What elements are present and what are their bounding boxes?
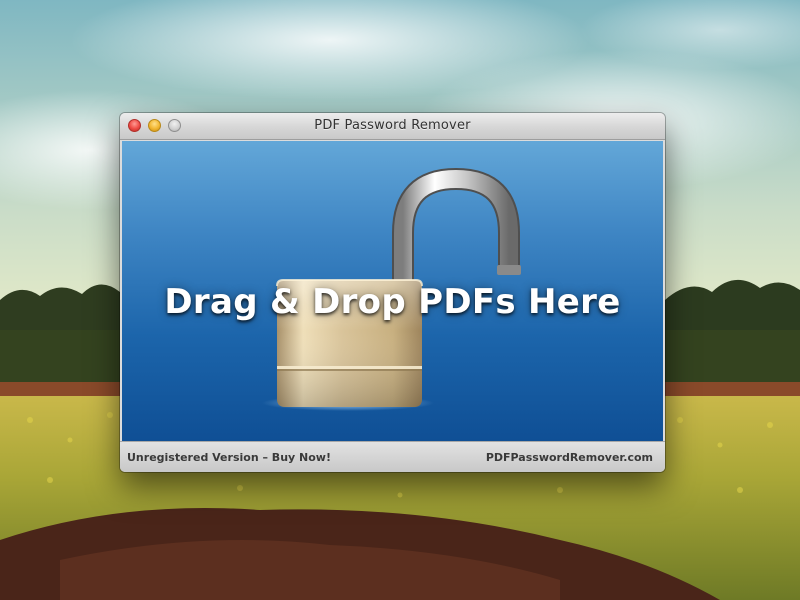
status-bar: Unregistered Version – Buy Now! PDFPassw… <box>120 441 665 472</box>
buy-now-link[interactable]: Unregistered Version – Buy Now! <box>127 451 331 464</box>
window-title: PDF Password Remover <box>314 118 471 133</box>
drop-zone-label: Drag & Drop PDFs Here <box>164 282 621 322</box>
website-link[interactable]: PDFPasswordRemover.com <box>486 451 653 464</box>
pdf-drop-zone[interactable]: Drag & Drop PDFs Here <box>122 141 663 441</box>
app-window: PDF Password Remover Drag & Drop PDFs He… <box>120 113 665 472</box>
title-bar[interactable]: PDF Password Remover <box>120 113 665 140</box>
